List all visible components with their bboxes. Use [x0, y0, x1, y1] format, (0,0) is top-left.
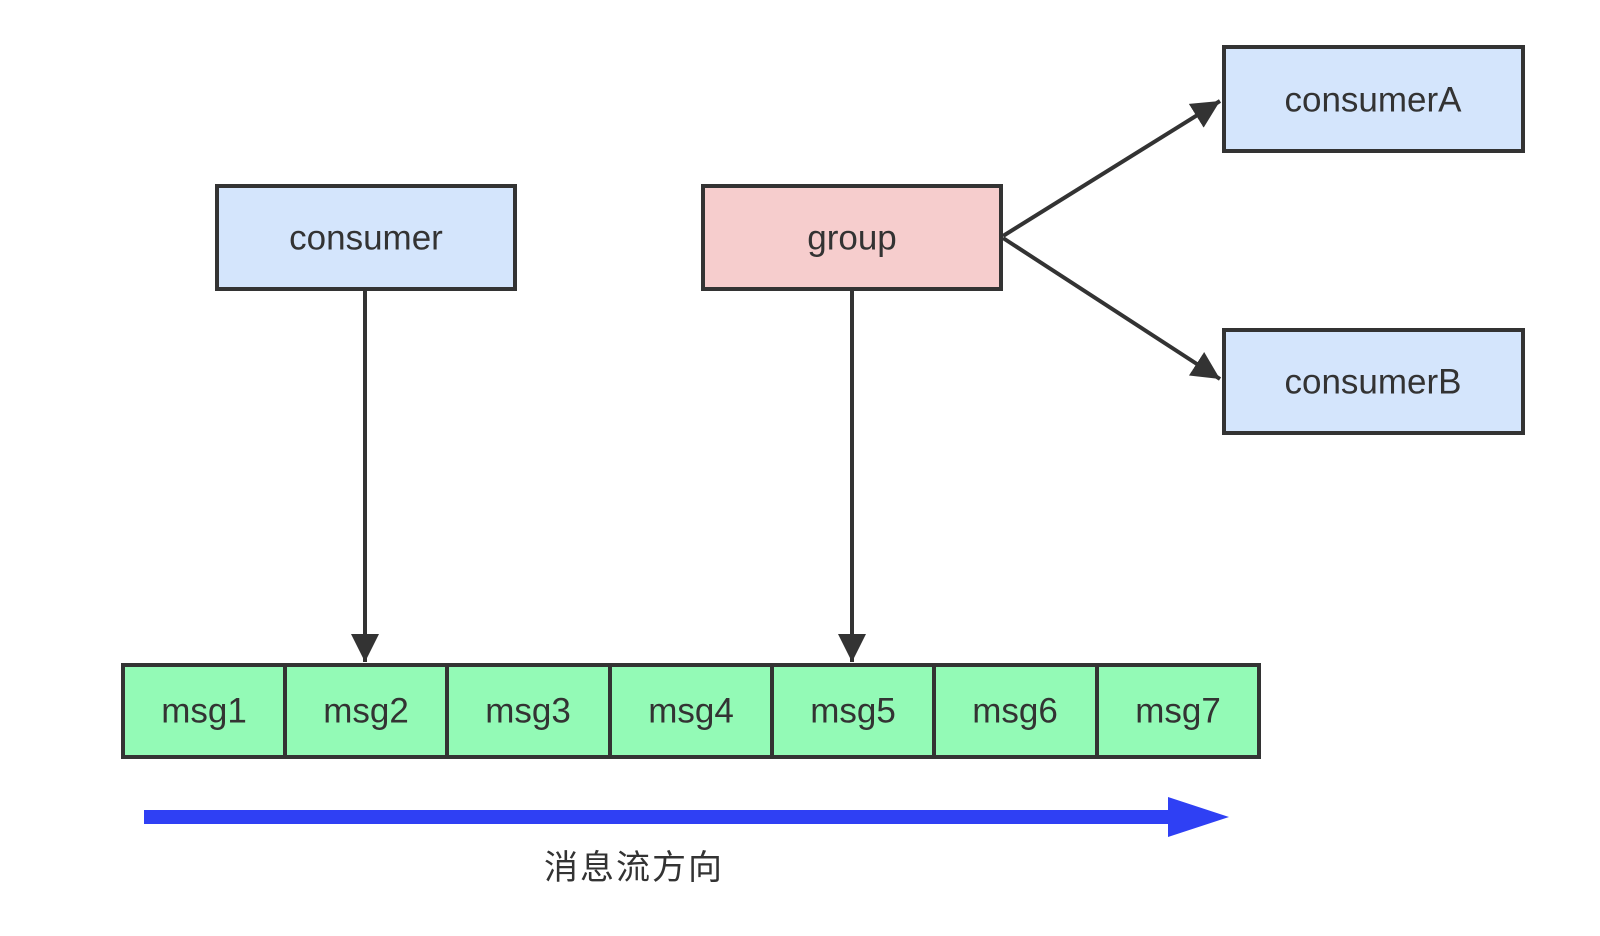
message-cell: msg1 — [121, 663, 287, 759]
consumerA-node: consumerA — [1222, 45, 1525, 153]
group-to-consumerA-arrow — [1001, 99, 1222, 238]
group-to-consumerB-arrow — [1001, 236, 1222, 381]
message-label: msg4 — [648, 692, 734, 731]
message-label: msg7 — [1135, 692, 1221, 731]
message-label: msg6 — [972, 692, 1058, 731]
message-cell: msg7 — [1095, 663, 1261, 759]
message-cell: msg3 — [445, 663, 612, 759]
message-consumption-diagram: consumer group consumerA consumerB msg1 … — [121, 45, 1525, 888]
message-cell: msg4 — [608, 663, 774, 759]
consumer-node: consumer — [215, 184, 517, 291]
group-node: group — [701, 184, 1003, 291]
message-label: msg1 — [161, 692, 247, 731]
consumerB-node: consumerB — [1222, 328, 1525, 435]
message-label: msg2 — [323, 692, 409, 731]
flow-direction-arrow — [144, 797, 1229, 837]
message-cell: msg6 — [932, 663, 1099, 759]
flow-direction-caption: 消息流方向 — [544, 848, 724, 888]
message-cell: msg5 — [770, 663, 936, 759]
consumerB-label: consumerB — [1284, 363, 1461, 402]
message-label: msg5 — [810, 692, 896, 731]
consumer-label: consumer — [289, 219, 443, 258]
consumerA-label: consumerA — [1284, 81, 1462, 120]
message-cell: msg2 — [283, 663, 449, 759]
group-label: group — [807, 219, 897, 258]
message-label: msg3 — [485, 692, 571, 731]
message-queue: msg1 msg2 msg3 msg4 msg5 msg6 msg7 — [121, 663, 1261, 759]
